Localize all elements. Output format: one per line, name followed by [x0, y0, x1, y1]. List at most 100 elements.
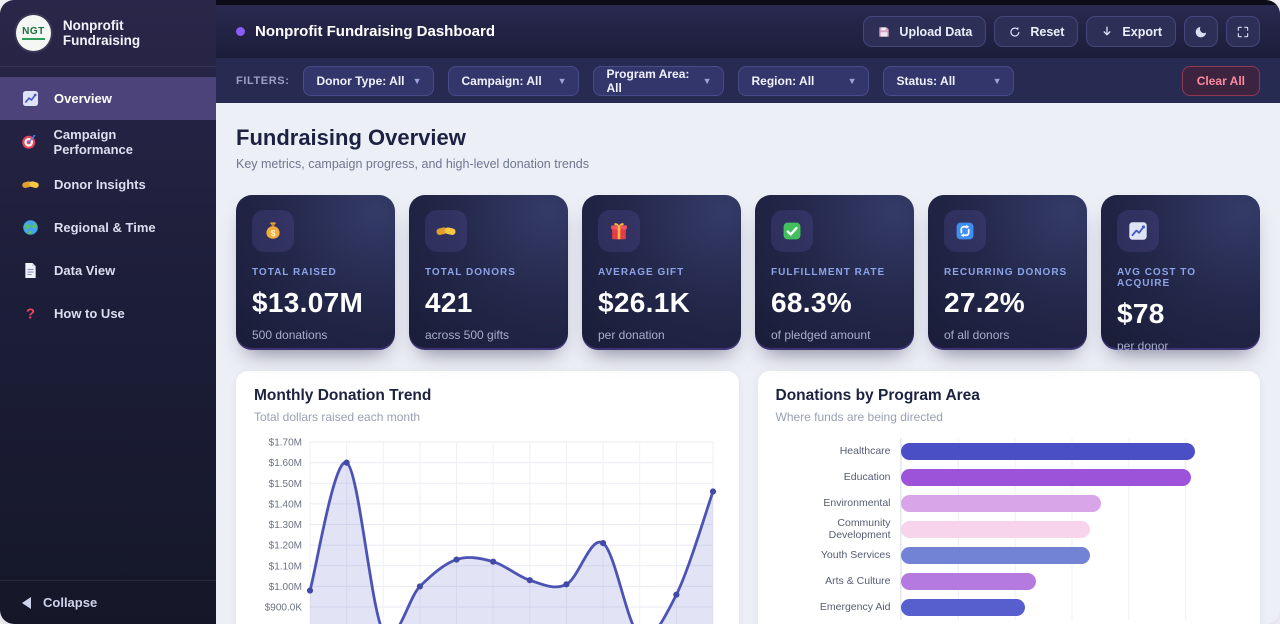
bar-row-youth-services: Youth Services — [776, 542, 1243, 568]
chevron-down-icon: ▼ — [703, 76, 712, 86]
reset-icon — [1008, 25, 1022, 39]
bar-category-label: Community Development — [776, 517, 900, 541]
filter-dropdown-campaign[interactable]: Campaign: All ▼ — [448, 66, 579, 96]
kpi-card-total-raised: $ TOTAL RAISED $13.07M 500 donations — [236, 195, 395, 350]
header-actions: Upload Data Reset Export — [863, 16, 1260, 47]
sidebar-item-label: Regional & Time — [54, 220, 156, 235]
kpi-subtitle: 500 donations — [252, 328, 379, 342]
gift-icon — [598, 210, 640, 252]
chart-line-icon — [1117, 210, 1159, 252]
svg-text:$1.70M: $1.70M — [269, 438, 302, 449]
svg-text:$1.40M: $1.40M — [269, 499, 302, 510]
collapse-button[interactable]: Collapse — [0, 580, 216, 624]
org-logo-text: NGT — [22, 26, 45, 40]
sidebar-item-label: Data View — [54, 263, 115, 278]
filter-value: Status: All — [896, 74, 955, 88]
donations-by-program-area-card: Donations by Program Area Where funds ar… — [758, 371, 1261, 624]
kpi-value: $26.1K — [598, 287, 725, 319]
dashboard-title-wrap: Nonprofit Fundraising Dashboard — [236, 23, 495, 40]
svg-text:$1.30M: $1.30M — [269, 520, 302, 531]
kpi-value: 68.3% — [771, 287, 898, 319]
bar-environmental — [901, 495, 1101, 512]
svg-text:$900.0K: $900.0K — [265, 603, 303, 614]
svg-text:$1.10M: $1.10M — [269, 561, 302, 572]
svg-text:?: ? — [25, 305, 34, 322]
document-icon — [20, 261, 40, 281]
kpi-card-average-gift: AVERAGE GIFT$26.1Kper donation — [582, 195, 741, 350]
filters-label: FILTERS: — [236, 75, 289, 87]
button-label: Reset — [1030, 25, 1064, 39]
sidebar-item-donor-insights[interactable]: Donor Insights — [0, 163, 216, 206]
collapse-label: Collapse — [43, 595, 97, 610]
filter-value: Campaign: All — [461, 74, 541, 88]
org-logo: NGT — [16, 15, 51, 51]
dashboard-title: Nonprofit Fundraising Dashboard — [255, 23, 495, 40]
chevron-down-icon: ▼ — [848, 76, 857, 86]
button-label: Upload Data — [899, 25, 972, 39]
kpi-label: FULFILLMENT RATE — [771, 267, 898, 278]
kpi-subtitle: of all donors — [944, 328, 1071, 342]
page-subtitle: Key metrics, campaign progress, and high… — [236, 157, 1260, 171]
filter-value: Donor Type: All — [316, 74, 404, 88]
download-icon — [1100, 25, 1114, 39]
kpi-value: $78 — [1117, 298, 1244, 330]
moon-toggle-button[interactable] — [1184, 16, 1218, 47]
bar-row-arts-culture: Arts & Culture — [776, 568, 1243, 594]
kpi-subtitle: of pledged amount — [771, 328, 898, 342]
bar-chart-title: Donations by Program Area — [776, 387, 1243, 405]
chevron-down-icon: ▼ — [993, 76, 1002, 86]
filter-dropdown-region[interactable]: Region: All▼ — [738, 66, 869, 96]
kpi-subtitle: across 500 gifts — [425, 328, 552, 342]
kpi-card-total-donors: TOTAL DONORS421across 500 gifts — [409, 195, 568, 350]
bar-education — [901, 469, 1192, 486]
clear-all-button[interactable]: Clear All — [1182, 66, 1260, 96]
filter-dropdown-program-area[interactable]: Program Area: All▼ — [593, 66, 724, 96]
bar-track — [900, 438, 1243, 464]
check-icon — [771, 210, 813, 252]
bar-track — [900, 542, 1243, 568]
svg-text:$1.60M: $1.60M — [269, 458, 302, 469]
bar-chart-subtitle: Where funds are being directed — [776, 410, 1243, 424]
bar-row-community-development: Community Development — [776, 516, 1243, 542]
kpi-label: AVERAGE GIFT — [598, 267, 725, 278]
sidebar-item-label: Overview — [54, 91, 112, 106]
export-button[interactable]: Export — [1086, 16, 1176, 47]
line-chart-subtitle: Total dollars raised each month — [254, 410, 721, 424]
sidebar-item-data-view[interactable]: Data View — [0, 249, 216, 292]
bar-chart: HealthcareEducationEnvironmentalCommunit… — [776, 438, 1243, 620]
filter-dropdown-status[interactable]: Status: All ▼ — [883, 66, 1014, 96]
bar-category-label: Youth Services — [776, 549, 900, 561]
bar-category-label: Arts & Culture — [776, 575, 900, 587]
sidebar-item-label: How to Use — [54, 306, 125, 321]
upload-data-button[interactable]: Upload Data — [863, 16, 986, 47]
sidebar-item-regional-time[interactable]: Regional & Time — [0, 206, 216, 249]
fullscreen-toggle-button[interactable] — [1226, 16, 1260, 47]
sidebar-item-how-to-use[interactable]: ? How to Use — [0, 292, 216, 335]
kpi-row: $ TOTAL RAISED $13.07M 500 donations TOTAL D… — [236, 195, 1260, 350]
kpi-value: 27.2% — [944, 287, 1071, 319]
handshake-icon — [20, 175, 40, 195]
kpi-value: $13.07M — [252, 287, 379, 319]
chevron-down-icon: ▼ — [558, 76, 567, 86]
chevron-down-icon: ▼ — [413, 76, 422, 86]
sidebar-title: Nonprofit Fundraising — [63, 18, 200, 48]
chart-line-icon — [20, 89, 40, 109]
top-header: Nonprofit Fundraising Dashboard Upload D… — [216, 0, 1280, 58]
sidebar-nav: Overview Campaign PerformanceDonor Insigh… — [0, 67, 216, 580]
page-content: Fundraising Overview Key metrics, campai… — [216, 103, 1280, 624]
main-column: Nonprofit Fundraising Dashboard Upload D… — [216, 0, 1280, 624]
filter-bar: FILTERS: Donor Type: All▼Campaign: All▼P… — [216, 58, 1280, 103]
filter-dropdowns: Donor Type: All▼Campaign: All▼Program Ar… — [303, 66, 1014, 96]
sidebar-item-overview[interactable]: Overview — [0, 77, 216, 120]
bar-track — [900, 568, 1243, 594]
sidebar-item-campaign-performance[interactable]: Campaign Performance — [0, 120, 216, 163]
reset-button[interactable]: Reset — [994, 16, 1078, 47]
bar-youth-services — [901, 547, 1090, 564]
app-window: NGT Nonprofit Fundraising Overview Campai… — [0, 0, 1280, 624]
kpi-label: TOTAL RAISED — [252, 267, 379, 278]
bar-row-education: Education — [776, 464, 1243, 490]
filter-dropdown-donor-type[interactable]: Donor Type: All ▼ — [303, 66, 434, 96]
bar-community-development — [901, 521, 1090, 538]
recurring-icon — [944, 210, 986, 252]
moneybag-icon: $ — [252, 210, 294, 252]
